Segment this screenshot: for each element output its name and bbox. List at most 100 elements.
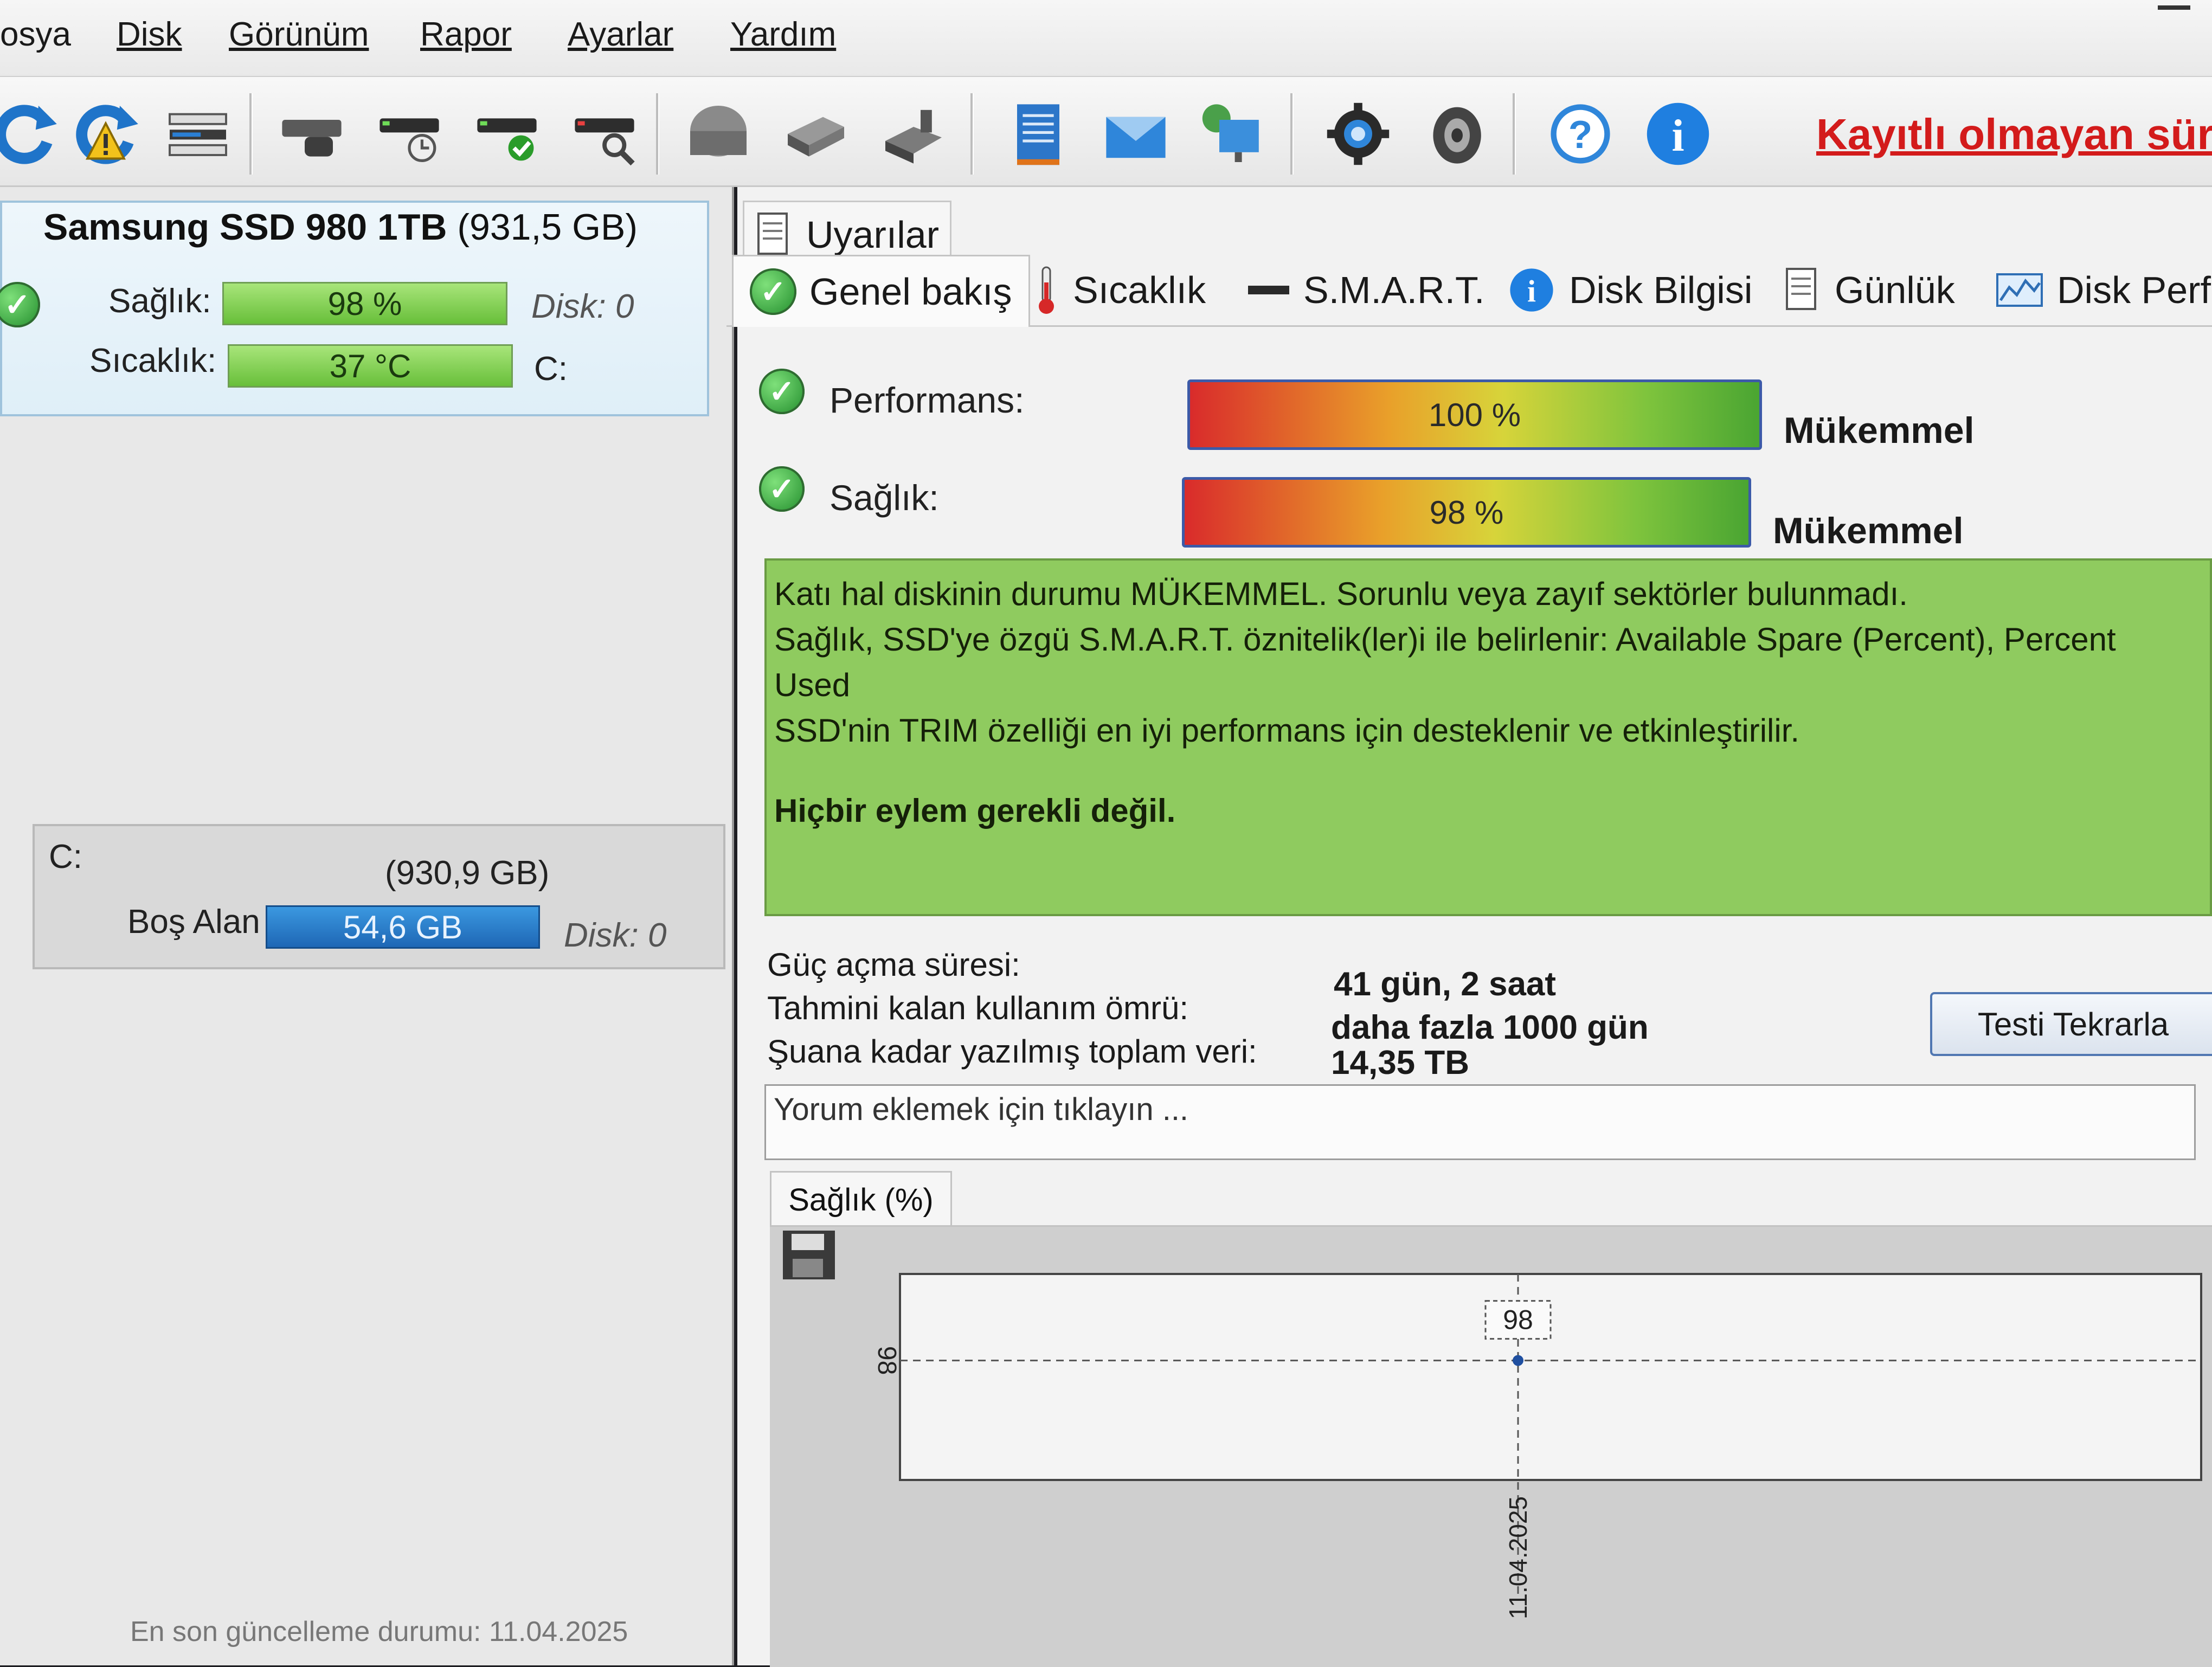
left-temp-bar: 37 °C: [228, 344, 513, 388]
tab-disk-info[interactable]: i Disk Bilgisi: [1507, 255, 1752, 325]
menu-settings[interactable]: Ayarlar: [568, 15, 673, 54]
menu-bar: osya Disk Görünüm Rapor Ayarlar Yardım: [0, 0, 2212, 77]
x-tick-label: 11.04.2025: [1504, 1496, 1532, 1619]
settings-gear-icon[interactable]: [1323, 99, 1393, 169]
performance-bar: 100 %: [1187, 379, 1762, 450]
description-line: SSD'nin TRIM özelliği en iyi performans …: [774, 712, 1800, 749]
info-icon: i: [1510, 268, 1553, 312]
save-icon[interactable]: [783, 1231, 835, 1279]
speaker-icon[interactable]: [1420, 99, 1491, 169]
menu-file[interactable]: osya: [0, 15, 71, 54]
comment-placeholder: Yorum eklemek için tıklayın ...: [774, 1092, 1189, 1127]
performance-chart-icon: [1996, 273, 2043, 307]
tab-disk-info-label: Disk Bilgisi: [1569, 269, 1753, 311]
network-icon[interactable]: [1198, 99, 1269, 169]
unregistered-version-link[interactable]: Kayıtlı olmayan sürü: [1816, 110, 2212, 159]
comment-field[interactable]: Yorum eklemek için tıklayın ...: [764, 1084, 2196, 1160]
free-space-bar: 54,6 GB: [266, 905, 540, 949]
toolbar: ? i Kayıtlı olmayan sürü: [0, 77, 2212, 187]
tab-temperature-label: Sıcaklık: [1073, 269, 1206, 311]
tab-log-label: Günlük: [1835, 269, 1955, 311]
disk-icon[interactable]: [276, 99, 347, 169]
health-label: Sağlık:: [829, 478, 939, 518]
remaining-life-value: daha fazla 1000 gün: [1331, 1009, 1649, 1046]
health-ok-icon: ✓: [759, 466, 805, 512]
minimize-icon[interactable]: [2158, 5, 2190, 10]
disk-check-icon[interactable]: [472, 99, 542, 169]
description-line: Used: [774, 667, 851, 703]
refresh-warning-icon[interactable]: [70, 99, 141, 169]
tab-smart[interactable]: S.M.A.R.T.: [1247, 255, 1484, 325]
remaining-life-label: Tahmini kalan kullanım ömrü:: [767, 990, 1188, 1026]
document-icon: [757, 213, 788, 255]
data-point: [1513, 1355, 1523, 1366]
toolbar-separator: [249, 93, 253, 175]
disk-schedule-icon[interactable]: [374, 99, 445, 169]
document-icon: [1786, 268, 1816, 310]
performance-rating: Mükemmel: [1784, 410, 1975, 451]
tab-disk-performance[interactable]: Disk Perfo: [1995, 255, 2212, 325]
performance-ok-icon: ✓: [759, 369, 805, 414]
menu-help[interactable]: Yardım: [730, 15, 836, 54]
y-tick-label: 98: [872, 1346, 901, 1375]
free-space-label: Boş Alan: [127, 903, 260, 941]
check-icon: ✓: [750, 268, 796, 315]
menu-view[interactable]: Görünüm: [229, 15, 369, 54]
health-rating: Mükemmel: [1773, 510, 1964, 551]
refresh-icon[interactable]: [0, 99, 60, 169]
description-action: Hiçbir eylem gerekli değil.: [774, 793, 1176, 829]
health-bar: 98 %: [1182, 477, 1751, 548]
status-description-box: Katı hal diskinin durumu MÜKEMMEL. Sorun…: [764, 558, 2212, 916]
disk-search-icon[interactable]: [569, 99, 640, 169]
info-icon[interactable]: i: [1643, 99, 1713, 169]
volume-disk-index: Disk: 0: [564, 917, 667, 954]
tab-disk-performance-label: Disk Perfo: [2057, 269, 2212, 311]
data-label: 98: [1503, 1305, 1533, 1335]
left-disk-index: Disk: 0: [531, 288, 634, 325]
menu-report[interactable]: Rapor: [420, 15, 512, 54]
disk-title: Samsung SSD 980 1TB (931,5 GB): [43, 206, 638, 248]
help-icon[interactable]: ?: [1545, 99, 1616, 169]
description-line: Sağlık, SSD'ye özgü S.M.A.R.T. öznitelik…: [774, 621, 2116, 658]
menu-disk-label: Disk: [117, 16, 182, 53]
toolbar-separator: [1290, 93, 1294, 175]
power-on-value: 41 gün, 2 saat: [1334, 966, 1557, 1003]
tab-smart-label: S.M.A.R.T.: [1303, 269, 1485, 311]
disk-size: (931,5 GB): [457, 207, 638, 248]
total-written-value: 14,35 TB: [1331, 1044, 1470, 1082]
performance-value: 100 %: [1428, 396, 1521, 433]
toolbar-separator: [970, 93, 974, 175]
menu-settings-label: Ayarlar: [568, 16, 674, 53]
mail-icon[interactable]: [1101, 99, 1171, 169]
svg-text:i: i: [1671, 111, 1684, 160]
left-health-label: Sağlık:: [108, 282, 211, 320]
notes-icon[interactable]: [1003, 99, 1073, 169]
chart-tab-label: Sağlık (%): [788, 1182, 934, 1218]
chart-tab-health[interactable]: Sağlık (%): [770, 1171, 952, 1227]
tab-alerts-label: Uyarılar: [806, 214, 940, 256]
toolbar-separator: [656, 93, 659, 175]
retest-button[interactable]: Testi Tekrarla: [1930, 992, 2212, 1056]
tab-overview[interactable]: ✓ Genel bakış: [732, 255, 1030, 327]
menu-report-label: Rapor: [420, 16, 512, 53]
smart-disk-icon: [1248, 286, 1289, 294]
menu-view-label: Görünüm: [229, 16, 369, 53]
retest-button-label: Testi Tekrarla: [1977, 1006, 2169, 1042]
external-drive-icon[interactable]: [878, 99, 949, 169]
hdd-icon[interactable]: [683, 99, 754, 169]
left-health-bar: 98 %: [222, 282, 507, 325]
left-health-value: 98 %: [327, 285, 402, 322]
svg-text:?: ?: [1568, 113, 1592, 157]
tab-temperature[interactable]: Sıcaklık: [1033, 255, 1206, 325]
tab-overview-label: Genel bakış: [809, 271, 1012, 313]
left-drive-letter: C:: [534, 350, 568, 388]
power-on-label: Güç açma süresi:: [767, 947, 1020, 983]
disk-name: Samsung SSD 980 1TB: [43, 207, 447, 248]
status-bar-text: En son güncelleme durumu: 11.04.2025: [130, 1616, 628, 1647]
menu-disk[interactable]: Disk: [117, 15, 182, 54]
total-written-label: Şuana kadar yazılmış toplam veri:: [767, 1033, 1257, 1070]
tab-log[interactable]: Günlük: [1784, 255, 1955, 325]
usb-drive-icon[interactable]: [781, 99, 851, 169]
disk-list-icon[interactable]: [163, 99, 233, 169]
